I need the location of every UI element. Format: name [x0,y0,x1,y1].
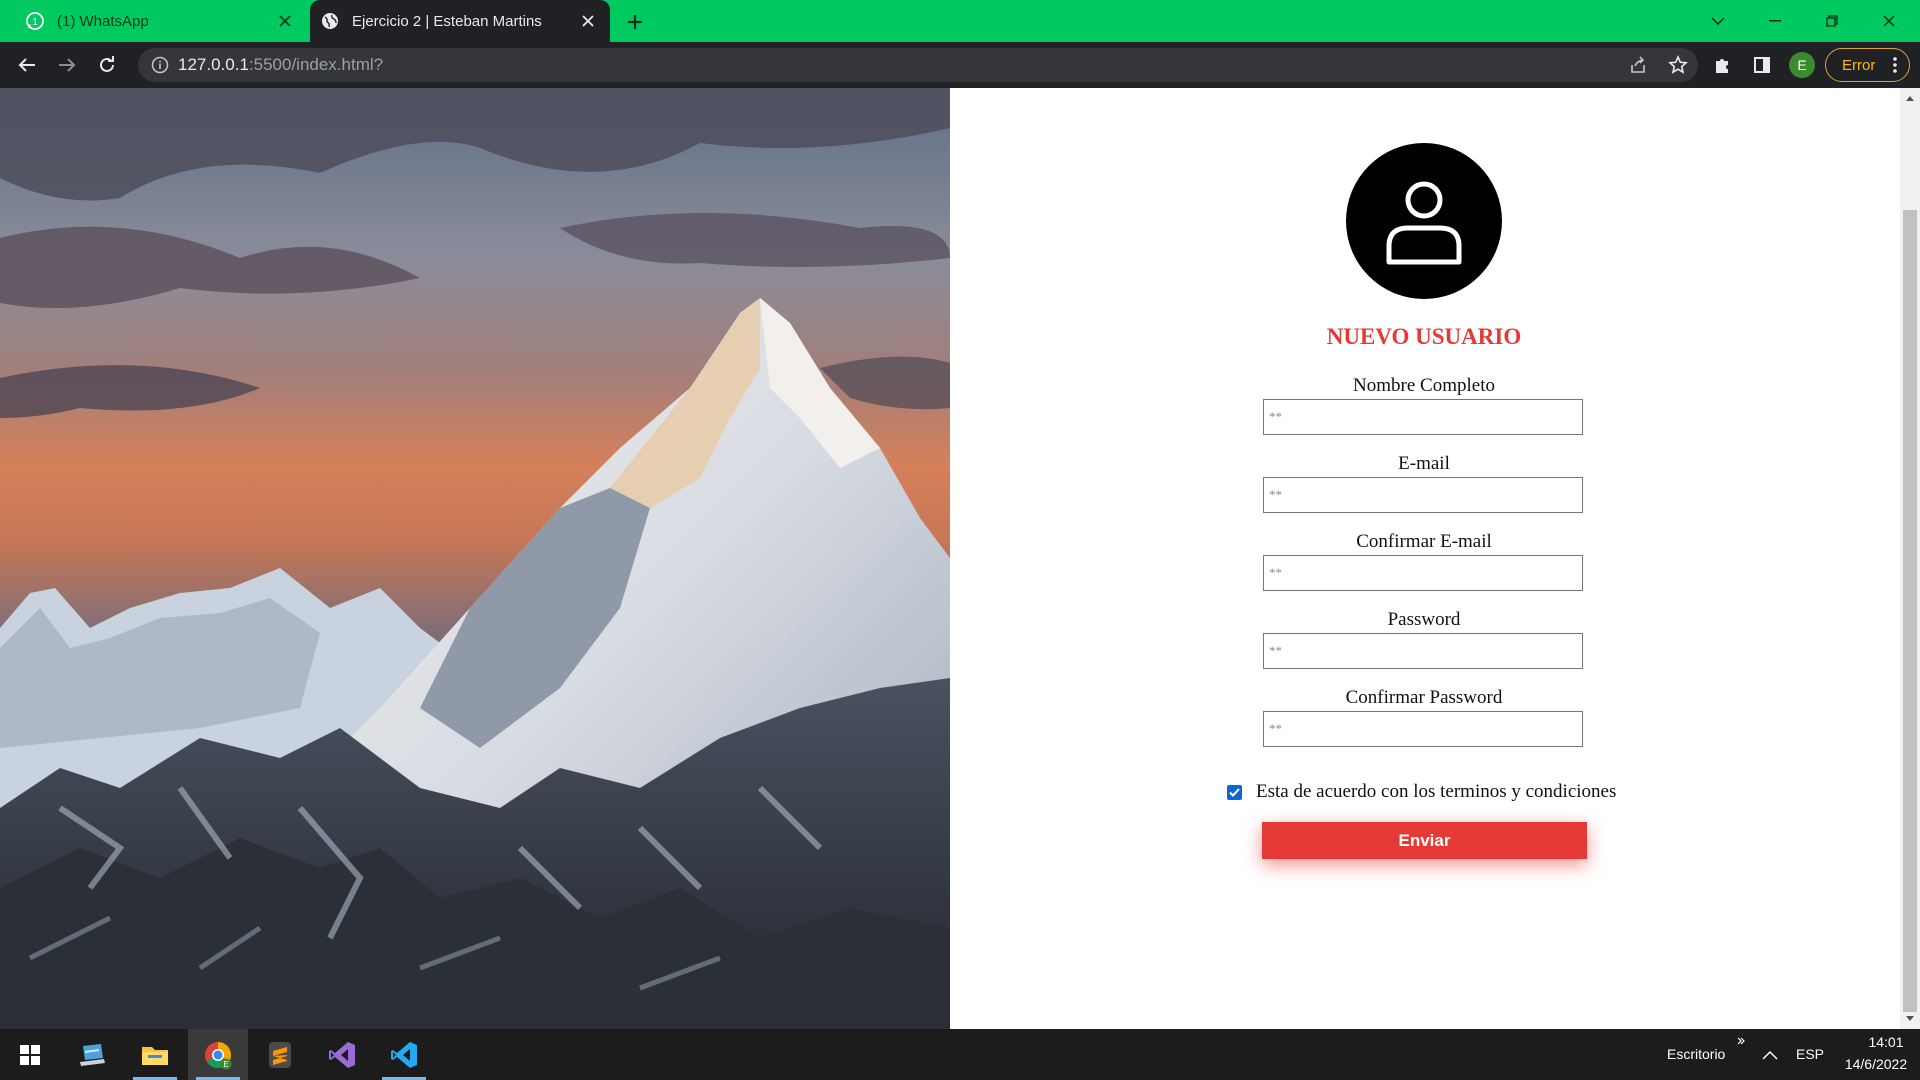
site-info-icon[interactable] [150,55,170,75]
visual-studio-icon [329,1041,355,1068]
page-scrollbar[interactable] [1900,88,1920,1029]
taskbar-sublime-text[interactable] [250,1029,310,1080]
password-label: Password [1387,609,1461,630]
address-bar[interactable]: 127.0.0.1:5500/index.html? [138,48,1698,82]
confirm-email-field[interactable] [1263,555,1583,591]
confirm-password-field[interactable] [1263,711,1583,747]
chrome-icon: E [205,1041,232,1069]
taskbar-file-explorer[interactable] [125,1029,185,1080]
globe-icon [320,11,340,31]
restore-button[interactable] [1804,0,1860,42]
browser-toolbar: 127.0.0.1:5500/index.html? E Error [0,42,1920,88]
reload-button[interactable] [92,50,122,80]
close-tab-icon[interactable] [576,9,600,33]
forward-button[interactable] [52,50,82,80]
browser-tab-strip: 1 (1) WhatsApp Ejercicio 2 | Esteban Mar… [0,0,1920,42]
chevron-down-icon [1711,17,1725,25]
taskbar-chrome[interactable]: E [188,1029,248,1080]
tab-whatsapp[interactable]: 1 (1) WhatsApp [15,0,307,42]
minimize-button[interactable] [1747,0,1803,42]
bookmark-star-icon[interactable] [1668,54,1688,75]
share-icon[interactable] [1628,55,1648,75]
plus-icon [628,15,642,29]
error-menu-button[interactable]: Error [1825,48,1910,82]
puzzle-icon [1716,59,1728,73]
side-panel-icon [1754,57,1770,73]
profile-avatar[interactable]: E [1789,52,1815,78]
confirm-password-label: Confirmar Password [1345,687,1503,708]
extensions-button[interactable] [1707,50,1737,80]
scroll-down-icon[interactable] [1905,1015,1915,1023]
user-avatar-icon [1346,143,1502,299]
sublime-icon [269,1041,291,1068]
close-window-button[interactable] [1861,0,1917,42]
full-name-field[interactable] [1263,399,1583,435]
minimize-icon [1769,20,1781,22]
mountain-hero-image [0,88,950,1029]
url-host: 127.0.0.1 [178,55,249,74]
url-path: :5500/index.html? [248,55,384,74]
password-field[interactable] [1263,633,1583,669]
chevron-up-icon[interactable] [1762,1050,1778,1060]
tab-title: (1) WhatsApp [57,12,149,30]
checkmark-icon [1229,787,1240,797]
terms-label: Esta de acuerdo con los terminos y condi… [1256,781,1617,802]
more-vert-icon [1893,57,1897,73]
url-text: 127.0.0.1:5500/index.html? [178,48,383,82]
vscode-icon [391,1041,417,1068]
arrow-right-icon [59,58,76,72]
restore-icon [1826,15,1838,27]
terms-row: Esta de acuerdo con los terminos y condi… [1227,781,1616,803]
scrollbar-thumb[interactable] [1903,210,1917,1012]
arrow-left-icon [18,58,35,72]
laptop-icon [80,1043,105,1066]
page-viewport: NUEVO USUARIO Nombre Completo E-mail Con… [0,88,1920,1029]
submit-button[interactable]: Enviar [1262,822,1587,859]
confirm-email-label: Confirmar E-mail [1356,531,1492,552]
new-tab-button[interactable] [620,7,650,37]
email-field[interactable] [1263,477,1583,513]
email-label: E-mail [1398,453,1450,474]
desktop-toolbar-label[interactable]: Escritorio [1667,1046,1725,1062]
folder-icon [142,1046,168,1065]
registration-form: NUEVO USUARIO Nombre Completo E-mail Con… [950,88,1900,1029]
tab-search-button[interactable] [1690,0,1746,42]
double-chevron-icon[interactable] [1737,1037,1747,1045]
tab-ejercicio[interactable]: Ejercicio 2 | Esteban Martins [310,0,610,42]
taskbar-desktop-app[interactable] [62,1029,122,1080]
start-button[interactable] [0,1029,60,1080]
close-icon [1883,15,1895,27]
form-title: NUEVO USUARIO [1326,324,1522,349]
svg-text:1: 1 [32,17,38,28]
taskbar-visual-studio[interactable] [312,1029,372,1080]
back-button[interactable] [12,50,42,80]
reload-icon [100,56,114,72]
svg-text:E: E [223,1060,228,1069]
tab-title: Ejercicio 2 | Esteban Martins [352,12,542,30]
windows-icon [20,1044,40,1065]
error-label: Error [1842,56,1876,74]
clock-date[interactable]: 14/6/2022 [1836,1056,1916,1072]
terms-checkbox[interactable] [1227,784,1242,800]
taskbar-vscode[interactable] [374,1029,434,1080]
scroll-up-icon[interactable] [1905,94,1915,102]
full-name-label: Nombre Completo [1353,375,1495,396]
side-panel-button[interactable] [1747,50,1777,80]
clock-time[interactable]: 14:01 [1856,1034,1916,1050]
whatsapp-icon: 1 [25,11,45,31]
input-language[interactable]: ESP [1796,1046,1824,1062]
windows-taskbar: E Escritorio ESP 14:01 14/6/2022 [0,1029,1920,1080]
close-tab-icon[interactable] [273,9,297,33]
